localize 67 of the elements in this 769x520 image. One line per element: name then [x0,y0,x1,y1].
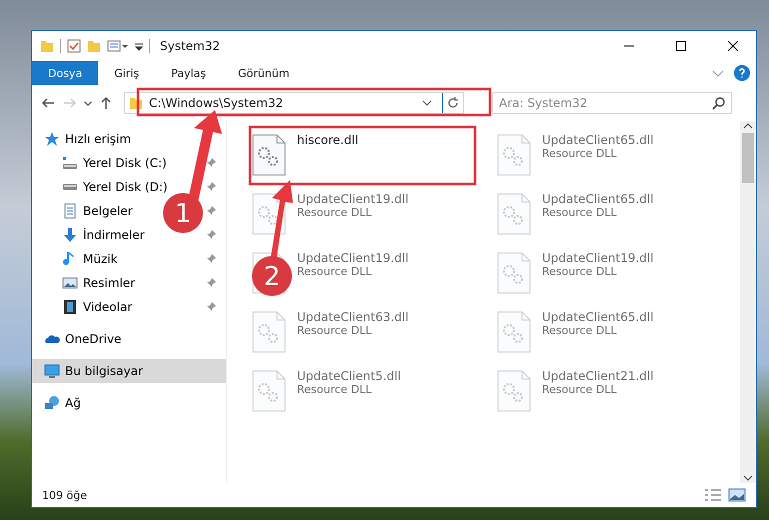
step-marker: 1 [163,193,203,233]
file-name[interactable]: UpdateClient65.dll [542,192,654,206]
sidebar-item[interactable]: Hızlı erişim [32,127,226,151]
large-icons-view-icon[interactable] [728,488,746,502]
sidebar-item[interactable]: Resimler [32,271,226,295]
dll-file-icon [496,369,532,413]
file-name[interactable]: hiscore.dll [297,133,358,147]
file-type: Resource DLL [297,324,373,337]
step-marker: 2 [252,256,292,296]
chevron-down-icon[interactable] [422,98,432,108]
ribbon-tab[interactable]: Dosya [32,61,98,85]
dll-file-icon [496,192,532,236]
scroll-up-icon[interactable] [743,121,753,131]
monitor-icon [44,363,60,379]
checklist-icon[interactable] [67,39,81,53]
ribbon-tab[interactable]: Paylaş [155,61,222,85]
sidebar-item[interactable]: OneDrive [32,327,226,351]
maximize-icon[interactable] [676,41,686,51]
file-type: Resource DLL [542,383,618,396]
ribbon-tab[interactable]: Görünüm [222,61,306,85]
close-icon[interactable] [728,41,738,51]
file-name[interactable]: UpdateClient19.dll [542,251,654,265]
file-type: Resource DLL [542,206,618,219]
download-arrow-icon [62,227,78,243]
help-icon[interactable] [734,65,750,81]
dll-file-icon [496,133,532,177]
address-field[interactable]: C:\Windows\System32 [124,92,464,114]
document-icon [62,203,78,219]
file-name[interactable]: UpdateClient65.dll [542,310,654,324]
scrollbar-thumb[interactable] [742,133,754,183]
star-icon [44,131,60,147]
search-field[interactable]: Ara: System32 [492,92,732,114]
search-icon [712,96,726,110]
file-name[interactable]: UpdateClient63.dll [297,310,409,324]
file-type: Resource DLL [297,206,373,219]
dll-file-icon [251,369,287,413]
dll-file-icon [496,251,532,295]
file-type: Resource DLL [542,147,618,160]
file-type: Resource DLL [542,324,618,337]
file-type: Resource DLL [542,265,618,278]
file-name[interactable]: UpdateClient65.dll [542,133,654,147]
scrollbar[interactable] [740,121,756,483]
dll-file-icon [251,310,287,354]
file-name[interactable]: UpdateClient5.dll [297,369,401,383]
scroll-down-icon[interactable] [743,473,753,483]
file-type: Resource DLL [297,265,373,278]
dll-file-icon [496,310,532,354]
chevron-down-icon[interactable] [84,100,92,106]
file-name[interactable]: UpdateClient19.dll [297,192,409,206]
file-type: Resource DLL [297,383,373,396]
properties-icon[interactable] [107,39,129,53]
ribbon-tab[interactable]: Giriş [98,61,156,85]
drive-icon [62,155,78,171]
window-title: System32 [160,39,220,53]
sidebar-item[interactable]: Videolar [32,295,226,319]
network-icon [44,395,60,411]
item-count: 109 öğe [42,488,88,502]
picture-icon [62,275,78,291]
file-name[interactable]: UpdateClient19.dll [297,251,409,265]
details-view-icon[interactable] [704,488,722,502]
sidebar-item[interactable]: Ağ [32,391,226,415]
drive-icon [62,184,78,190]
file-name[interactable]: UpdateClient21.dll [542,369,654,383]
dll-file-icon [251,133,287,177]
sidebar-item[interactable]: Müzik [32,247,226,271]
film-icon [62,299,78,315]
sidebar-item[interactable]: Bu bilgisayar [32,359,226,383]
